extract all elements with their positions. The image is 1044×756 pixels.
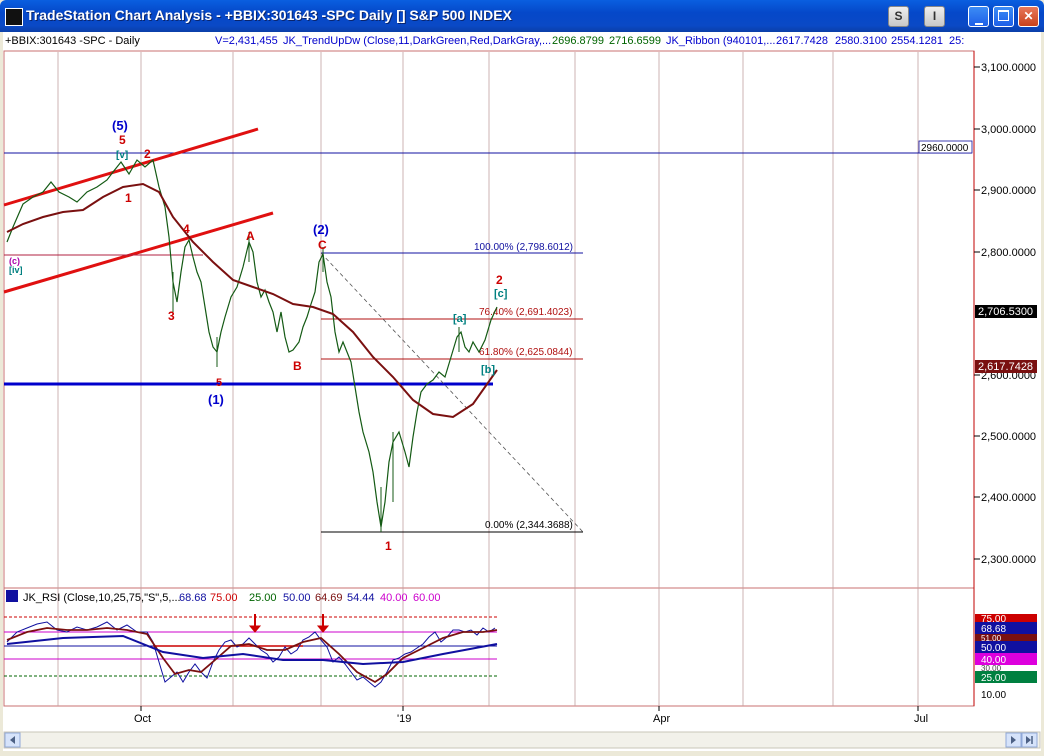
ribbon-value-1: 2617.7428 <box>776 35 828 47</box>
price-tick: 2,500.0000 <box>981 431 1036 443</box>
rsi-study-label[interactable]: JK_RSI (Close,10,25,75,"S",5,... <box>23 592 181 604</box>
wave-label: 1 <box>385 539 392 553</box>
wave-label: [v] <box>116 150 128 161</box>
wave-label: [b] <box>481 364 495 376</box>
s-button[interactable]: S <box>888 6 909 27</box>
volume-label: V=2,431,455 <box>215 35 278 47</box>
price-tick: 2,800.0000 <box>981 247 1036 259</box>
price-tick: 2,900.0000 <box>981 185 1036 197</box>
time-tick: Apr <box>653 713 670 725</box>
price-tick: 3,000.0000 <box>981 124 1036 136</box>
price-series[interactable] <box>6 158 498 528</box>
price-axis: 3,100.0000 3,000.0000 2,900.0000 2,800.0… <box>974 62 1037 566</box>
time-tick: Oct <box>134 713 151 725</box>
wave-label: (2) <box>313 222 329 237</box>
ribbon-value-2: 2580.3100 <box>835 35 887 47</box>
minimize-icon[interactable] <box>968 6 989 27</box>
price-tick: 3,100.0000 <box>981 62 1036 74</box>
trend-value-2: 2716.6599 <box>609 35 661 47</box>
rsi-axis-label: 50.00 <box>981 643 1006 654</box>
horizontal-scrollbar[interactable] <box>3 731 1041 749</box>
rsi-value: 40.00 <box>380 592 408 604</box>
wave-label: 5 <box>216 377 222 389</box>
wave-label: [iv] <box>9 265 23 275</box>
wave-label: 5 <box>119 133 126 147</box>
fib-0-label: 0.00% (2,344.3688) <box>485 520 573 531</box>
last-price-label: 2,706.5300 <box>978 306 1033 318</box>
time-axis: Oct '19 Apr Jul <box>134 706 928 725</box>
rsi-value: 25.00 <box>249 592 277 604</box>
fib-618-label: 61.80% (2,625.0844) <box>479 347 572 358</box>
time-tick: Jul <box>914 713 928 725</box>
wave-label: 2 <box>144 147 151 161</box>
fib-100-label: 100.00% (2,798.6012) <box>474 242 573 253</box>
rsi-value: 50.00 <box>283 592 311 604</box>
rsi-study-icon <box>6 590 18 602</box>
ribbon-value-3: 2554.1281 <box>891 35 943 47</box>
wave-label: C <box>318 238 327 252</box>
wave-label: (5) <box>112 118 128 133</box>
wave-label: [a] <box>453 313 467 325</box>
rsi-value: 75.00 <box>210 592 238 604</box>
price-tick: 2,300.0000 <box>981 554 1036 566</box>
rsi-value: 60.00 <box>413 592 441 604</box>
rsi-axis-label: 25.00 <box>981 673 1006 684</box>
wave-label: 4 <box>183 222 190 236</box>
i-button[interactable]: I <box>924 6 945 27</box>
rsi-value: 64.69 <box>315 592 343 604</box>
symbol-label: +BBIX:301643 -SPC - Daily <box>5 35 140 47</box>
wave-label: 3 <box>168 309 175 323</box>
rsi-value: 68.68 <box>179 592 207 604</box>
level-label-2960: 2960.0000 <box>921 143 969 154</box>
rsi-trend-line[interactable] <box>6 634 498 666</box>
app-icon <box>5 8 23 26</box>
time-tick: '19 <box>397 713 411 725</box>
trend-value-1: 2696.8799 <box>552 35 604 47</box>
maximize-icon[interactable] <box>993 6 1014 27</box>
rsi-value: 54.44 <box>347 592 375 604</box>
wave-label: 1 <box>125 191 132 205</box>
price-tick: 2,400.0000 <box>981 492 1036 504</box>
wave-label: B <box>293 359 302 373</box>
wave-label: 2 <box>496 273 503 287</box>
window-title: TradeStation Chart Analysis - +BBIX:3016… <box>26 7 512 23</box>
chart-window: +BBIX:301643 -SPC - Daily V=2,431,455 JK… <box>3 32 1041 751</box>
rsi-axis-label: 10.00 <box>981 690 1006 701</box>
ribbon-value-4: 25: <box>949 35 964 47</box>
wave-label: (1) <box>208 392 224 407</box>
wave-label: A <box>246 229 255 243</box>
title-bar: TradeStation Chart Analysis - +BBIX:3016… <box>0 0 1044 32</box>
ribbon-price-label: 2,617.7428 <box>978 361 1033 373</box>
ribbon-study-label[interactable]: JK_Ribbon (940101,... <box>666 35 775 47</box>
wave-label: [c] <box>494 288 508 300</box>
close-icon[interactable]: ✕ <box>1018 6 1039 27</box>
fib-retracement[interactable]: 100.00% (2,798.6012) 76.40% (2,691.4023)… <box>320 242 584 533</box>
trend-study-label[interactable]: JK_TrendUpDw (Close,11,DarkGreen,Red,Dar… <box>283 35 551 47</box>
